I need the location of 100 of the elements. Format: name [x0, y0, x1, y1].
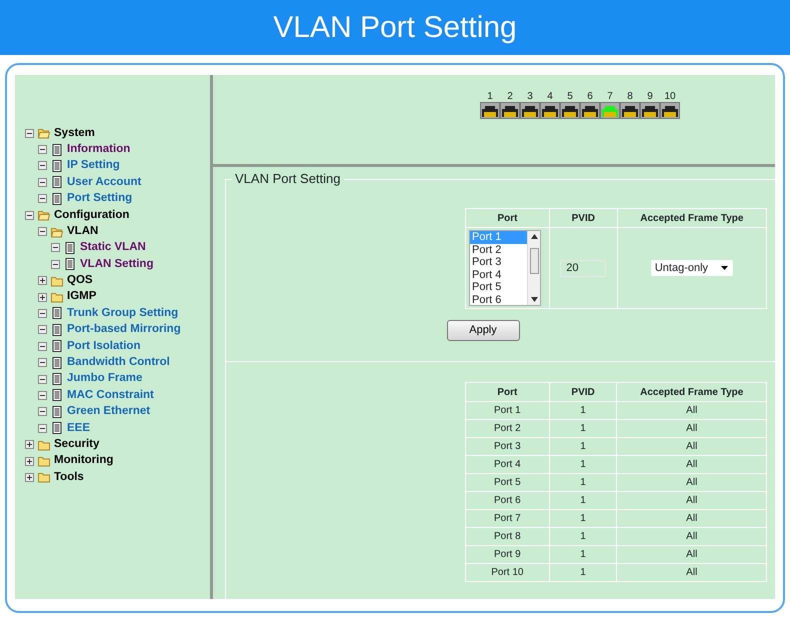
list-option[interactable]: Port 2: [470, 244, 527, 256]
apply-button[interactable]: Apply: [446, 320, 520, 340]
tree-item[interactable]: EEE: [67, 420, 90, 437]
list-option[interactable]: Port 3: [470, 256, 527, 268]
tree-item[interactable]: Configuration: [54, 206, 130, 224]
port-number: 9: [646, 91, 654, 102]
document-icon: [51, 324, 63, 336]
table-cell: 1: [549, 474, 617, 492]
port-number: 7: [606, 91, 614, 102]
open-folder-icon: [38, 209, 50, 222]
scroll-thumb[interactable]: [530, 248, 538, 274]
table-cell: Port 7: [466, 510, 550, 528]
list-option[interactable]: Port 5: [470, 281, 527, 294]
tree-item[interactable]: Jumbo Frame: [67, 370, 142, 388]
table-cell: Port 8: [466, 528, 550, 546]
scroll-up-icon[interactable]: [530, 234, 538, 239]
column-header: Port: [466, 382, 550, 402]
table-cell: 1: [549, 420, 617, 438]
document-icon: [64, 242, 76, 254]
list-option[interactable]: Port 4: [470, 268, 527, 281]
folder-icon: [38, 438, 50, 451]
port-number: 5: [566, 91, 574, 102]
table-cell: All: [616, 438, 766, 456]
tree-item[interactable]: Tools: [54, 468, 84, 486]
folder-icon: [38, 471, 50, 484]
tree-item[interactable]: IGMP: [67, 288, 96, 306]
open-folder-icon: [51, 226, 63, 238]
column-header: PVID: [549, 208, 618, 228]
collapse-toggle[interactable]: [38, 227, 47, 236]
document-icon: [51, 307, 63, 320]
table-cell: 1: [549, 438, 617, 456]
page-title: VLAN Port Setting: [273, 10, 517, 46]
tree-item[interactable]: Information: [67, 140, 130, 158]
tree-item[interactable]: Bandwidth Control: [67, 354, 170, 372]
collapse-toggle[interactable]: [25, 128, 34, 138]
table-cell: Port 3: [466, 438, 550, 456]
table-cell: 1: [549, 564, 617, 582]
tree-item[interactable]: User Account: [67, 174, 142, 191]
port-number: 6: [586, 91, 594, 102]
port-number: 10: [663, 91, 677, 102]
scrollbar[interactable]: [527, 231, 540, 305]
document-icon: [51, 406, 63, 418]
table-cell: 1: [549, 510, 617, 528]
document-icon: [51, 373, 63, 386]
table-cell: All: [616, 564, 766, 582]
table-cell: Port 4: [466, 456, 550, 474]
caret-icon: [720, 266, 728, 270]
table-cell: 1: [549, 546, 617, 564]
document-icon: [51, 389, 63, 402]
column-header: Port: [466, 208, 550, 228]
table-cell: All: [616, 420, 766, 438]
table-cell: 1: [549, 528, 617, 546]
table-cell: All: [616, 474, 766, 492]
table-cell: All: [616, 456, 766, 474]
table-cell: Port 1: [466, 402, 550, 420]
tree-item[interactable]: Trunk Group Setting: [67, 304, 178, 322]
fieldset-legend: VLAN Port Setting: [232, 171, 344, 187]
table-cell: All: [616, 402, 766, 420]
folder-icon: [38, 455, 50, 467]
tree-item[interactable]: QOS: [67, 272, 93, 290]
pvid-field[interactable]: 20: [560, 260, 606, 276]
column-header: Accepted Frame Type: [616, 382, 766, 402]
table-cell: All: [616, 492, 766, 510]
collapse-toggle[interactable]: [25, 210, 34, 220]
document-icon: [51, 160, 63, 172]
table-cell: Port 9: [466, 546, 550, 564]
tree-item[interactable]: IP Setting: [67, 157, 120, 175]
table-cell: Port 6: [466, 492, 550, 510]
document-icon: [51, 422, 63, 434]
scroll-down-icon[interactable]: [530, 297, 538, 302]
port-listbox[interactable]: Port 1 Port 2 Port 3 Port 4 Port 5 Port 6: [469, 230, 541, 306]
list-option[interactable]: Port 6: [470, 294, 527, 306]
tree-item[interactable]: Port Setting: [67, 190, 132, 208]
tree-item[interactable]: MAC Constraint: [67, 386, 154, 404]
tree-item[interactable]: Security: [54, 436, 100, 454]
tree-item[interactable]: Static VLAN: [80, 239, 146, 257]
tree-item[interactable]: Green Ethernet: [67, 403, 150, 420]
column-header: PVID: [549, 382, 617, 402]
tree-item[interactable]: VLAN Setting: [80, 256, 154, 273]
column-header: Accepted Frame Type: [617, 208, 766, 228]
tree-item[interactable]: Monitoring: [54, 452, 114, 470]
document-icon: [51, 192, 63, 205]
tree-item[interactable]: VLAN: [67, 222, 98, 240]
open-folder-icon: [38, 127, 50, 140]
port-number: 4: [546, 91, 554, 102]
document-icon: [64, 258, 76, 270]
document-icon: [51, 176, 63, 188]
port-number: 8: [626, 91, 634, 102]
port-number: 2: [506, 91, 514, 102]
table-cell: 1: [549, 402, 617, 420]
frame-type-dropdown[interactable]: Untag-only: [650, 260, 733, 276]
tree-item[interactable]: System: [54, 124, 95, 142]
tree-item[interactable]: Port-based Mirroring: [67, 321, 181, 339]
tree-item[interactable]: Port Isolation: [67, 338, 140, 355]
document-icon: [51, 356, 63, 369]
table-cell: All: [616, 546, 766, 564]
port-number: 1: [486, 91, 494, 102]
table-cell: All: [616, 528, 766, 546]
port-number: 3: [526, 91, 534, 102]
folder-icon: [51, 274, 63, 287]
